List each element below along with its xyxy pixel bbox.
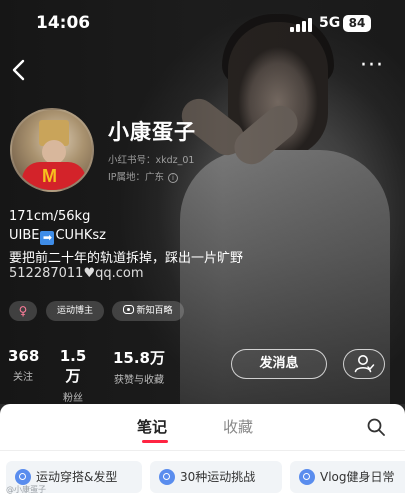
collection-label: 运动穿搭&发型	[36, 470, 118, 484]
info-icon[interactable]: i	[168, 172, 179, 183]
arrow-right-icon: ➡	[40, 231, 55, 245]
bio-line: 171cm/56kg	[9, 209, 91, 224]
more-options-button[interactable]: ···	[358, 55, 386, 80]
profile-header: 14:06 5G 84 ··· M 小康蛋子 小红书号：xkdz_01 IP属地…	[0, 0, 405, 404]
stat-label: 粉丝	[63, 393, 83, 404]
tab-favorites[interactable]: 收藏	[223, 416, 253, 437]
tag-sport-blogger[interactable]: 运动博主	[46, 301, 104, 321]
bio-text: UIBE	[9, 228, 40, 243]
stat-following[interactable]: 368 关注	[8, 347, 40, 383]
bio-text: CUHKsz	[55, 228, 106, 243]
collection-chip[interactable]: 30种运动挑战	[150, 461, 282, 493]
status-time: 14:06	[36, 13, 91, 33]
top-nav: ···	[0, 52, 405, 88]
profile-name: 小康蛋子	[108, 120, 196, 144]
stat-likes[interactable]: 15.8万 获赞与收藏	[108, 347, 170, 386]
red-id[interactable]: 小红书号：xkdz_01	[108, 152, 194, 166]
active-tab-indicator	[142, 440, 168, 443]
send-message-button[interactable]: 发消息	[231, 349, 327, 379]
search-icon	[367, 418, 385, 436]
stat-value: 15.8万	[112, 349, 165, 367]
stat-label: 获赞与收藏	[114, 375, 164, 386]
gender-tag: ♀	[9, 301, 37, 321]
follow-button[interactable]	[343, 349, 385, 379]
tag-news[interactable]: 新知百略	[112, 301, 184, 321]
stat-value: 1.5万	[59, 347, 87, 385]
network-type: 5G	[319, 15, 341, 31]
stat-value: 368	[8, 347, 40, 365]
ip-location-text: IP属地：广东	[108, 172, 165, 183]
chevron-left-icon	[12, 59, 25, 81]
collection-chip[interactable]: Vlog健身日常	[290, 461, 405, 493]
battery-icon: 84	[343, 15, 371, 32]
collection-icon	[159, 469, 175, 485]
collection-label: 30种运动挑战	[180, 470, 256, 484]
search-button[interactable]	[366, 417, 386, 437]
ip-location: IP属地：广东 i	[108, 169, 179, 183]
watermark: @小康蛋子	[6, 485, 46, 494]
bio-line: UIBE ➡ CUHKsz	[9, 228, 106, 245]
tab-notes[interactable]: 笔记	[137, 416, 167, 437]
avatar-logo: M	[42, 166, 57, 186]
collection-icon	[15, 469, 31, 485]
bio-email: 512287011♥qq.com	[9, 266, 144, 281]
stat-followers[interactable]: 1.5万 粉丝	[54, 347, 92, 404]
back-button[interactable]	[8, 57, 32, 83]
status-bar: 14:06 5G 84	[0, 10, 405, 38]
tag-news-label: 新知百略	[136, 306, 173, 316]
bio-line: 要把前二十年的轨道拆掉，踩出一片旷野	[9, 251, 244, 266]
content-sheet: 笔记 收藏 运动穿搭&发型 30种运动挑战 Vlog健身日常	[0, 404, 405, 497]
avatar-face	[42, 140, 66, 164]
avatar[interactable]: M	[10, 108, 94, 192]
user-check-icon	[354, 355, 375, 373]
profile-stats: 368 关注 1.5万 粉丝 15.8万 获赞与收藏	[0, 347, 220, 404]
divider	[0, 450, 405, 451]
collection-icon	[299, 469, 315, 485]
badge-icon	[123, 305, 135, 314]
collection-label: Vlog健身日常	[320, 470, 395, 484]
stat-label: 关注	[13, 372, 33, 383]
signal-icon	[290, 18, 314, 32]
female-icon: ♀	[18, 304, 28, 318]
